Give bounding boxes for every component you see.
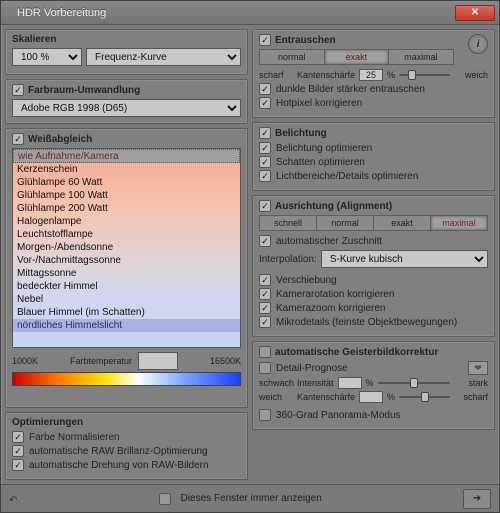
help-button[interactable]: i [468,34,488,54]
wb-item[interactable]: Leuchtstofflampe [13,228,240,241]
exposure-checkbox[interactable] [259,127,271,139]
left-column: Skalieren 100 % Frequenz-Kurve Farbraum-… [5,29,248,480]
wb-heading: Weißabgleich [28,134,92,145]
colorspace-dropdown[interactable]: Adobe RGB 1998 (D65) [12,99,241,117]
panel-whitebalance: Weißabgleich wie Aufnahme/Kamera Kerzens… [5,128,248,408]
denoise-normal-button[interactable]: normal [259,49,325,65]
auto-crop-checkbox[interactable] [259,235,271,247]
wb-item[interactable]: Nebel [13,293,240,306]
align-checkbox[interactable] [259,200,271,212]
align-shift-checkbox[interactable] [259,274,271,286]
ghost-intensity-value[interactable] [338,377,362,389]
temp-label: Farbtemperatur [70,356,132,366]
footer: ↶ Dieses Fenster immer anzeigen ➔ [1,484,499,512]
denoise-exact-button[interactable]: exakt [325,49,390,65]
arrow-right-icon: ➔ [473,493,481,504]
ghost-intensity-slider[interactable] [378,382,450,384]
curve-dropdown[interactable]: Frequenz-Kurve [86,48,241,66]
opt-heading: Optimierungen [12,417,83,428]
detail-prognose-checkbox[interactable] [259,362,271,374]
wb-checkbox[interactable] [12,133,24,145]
undo-icon: ↶ [9,495,17,506]
opt-raw-rotate-checkbox[interactable] [12,459,24,471]
wb-item[interactable]: Morgen-/Abendsonne [13,241,240,254]
wb-item[interactable]: Glühlampe 200 Watt [13,202,240,215]
exposure-heading: Belichtung [275,128,327,139]
wb-item[interactable]: Blauer Himmel (im Schatten) [13,306,240,319]
panel-scale: Skalieren 100 % Frequenz-Kurve [5,29,248,75]
panel-alignment: Ausrichtung (Alignment) schnell normal e… [252,195,495,337]
opt-color-norm-checkbox[interactable] [12,431,24,443]
ghost-edge-value[interactable] [359,391,383,403]
exp-opt-checkbox[interactable] [259,142,271,154]
wb-item[interactable]: Mittagssonne [13,267,240,280]
denoise-hotpixel-checkbox[interactable] [259,97,271,109]
wb-item[interactable]: Vor-/Nachmittagssonne [13,254,240,267]
scale-dropdown[interactable]: 100 % [12,48,82,66]
wb-item[interactable]: Glühlampe 100 Watt [13,189,240,202]
slider-thumb[interactable] [421,392,429,402]
align-max-button[interactable]: maximal [431,215,488,231]
temp-input[interactable] [138,352,178,370]
wb-list[interactable]: wie Aufnahme/Kamera Kerzenschein Glühlam… [12,148,241,348]
kelvin-low: 1000K [12,356,38,366]
help-icon: i [477,39,480,50]
wb-item[interactable]: Glühlampe 60 Watt [13,176,240,189]
opt-raw-brilliance-checkbox[interactable] [12,445,24,457]
pano-checkbox[interactable] [259,409,271,421]
exp-highlight-checkbox[interactable] [259,170,271,182]
denoise-max-button[interactable]: maximal [389,49,454,65]
wb-item[interactable]: nördliches Himmelslicht [13,319,240,332]
hdr-prep-dialog: HDR Vorbereitung ✕ Skalieren 100 % Frequ… [0,0,500,513]
kelvin-high: 16500K [210,356,241,366]
close-button[interactable]: ✕ [455,5,495,21]
align-zoom-checkbox[interactable] [259,302,271,314]
wb-item[interactable]: Kerzenschein [13,163,240,176]
temp-gradient[interactable] [12,372,241,386]
proceed-button[interactable]: ➔ [463,489,491,509]
align-rotation-checkbox[interactable] [259,288,271,300]
scale-heading: Skalieren [12,34,56,45]
titlebar[interactable]: HDR Vorbereitung ✕ [1,1,499,25]
panel-denoise: i Entrauschen normal exakt maximal schar… [252,29,495,118]
edge-sharp-slider[interactable] [399,74,450,76]
exp-shadow-checkbox[interactable] [259,156,271,168]
window-title: HDR Vorbereitung [17,7,455,19]
panel-optimize: Optimierungen Farbe Normalisieren automa… [5,412,248,480]
align-heading: Ausrichtung (Alignment) [275,201,392,212]
ghost-heading: automatische Geisterbildkorrektur [275,347,438,358]
denoise-dark-checkbox[interactable] [259,83,271,95]
align-fast-button[interactable]: schnell [259,215,317,231]
slider-thumb[interactable] [408,70,416,80]
always-show-label: Dieses Fenster immer anzeigen [181,493,322,504]
heart-icon: ❤ [474,363,482,374]
panel-exposure: Belichtung Belichtung optimieren Schatte… [252,122,495,191]
panel-ghost: automatische Geisterbildkorrektur Detail… [252,341,495,430]
interp-dropdown[interactable]: S-Kurve kubisch [321,250,488,268]
align-exact-button[interactable]: exakt [374,215,431,231]
ghost-edge-slider[interactable] [399,396,450,398]
ghost-checkbox[interactable] [259,346,271,358]
denoise-heading: Entrauschen [275,35,336,46]
wb-item[interactable]: Halogenlampe [13,215,240,228]
colorspace-checkbox[interactable] [12,84,24,96]
slider-thumb[interactable] [410,378,418,388]
undo-button[interactable]: ↶ [9,490,17,508]
align-normal-button[interactable]: normal [317,215,374,231]
always-show-checkbox[interactable] [159,493,171,505]
detail-preview-button[interactable]: ❤ [468,361,488,375]
edge-sharp-value[interactable]: 25 [359,69,383,81]
denoise-checkbox[interactable] [259,34,271,46]
wb-item[interactable]: bedeckter Himmel [13,280,240,293]
close-icon: ✕ [471,7,479,18]
panel-colorspace: Farbraum-Umwandlung Adobe RGB 1998 (D65) [5,79,248,124]
content: Skalieren 100 % Frequenz-Kurve Farbraum-… [1,25,499,484]
align-micro-checkbox[interactable] [259,316,271,328]
colorspace-heading: Farbraum-Umwandlung [28,85,140,96]
right-column: i Entrauschen normal exakt maximal schar… [252,29,495,480]
wb-item[interactable]: wie Aufnahme/Kamera [13,149,240,163]
